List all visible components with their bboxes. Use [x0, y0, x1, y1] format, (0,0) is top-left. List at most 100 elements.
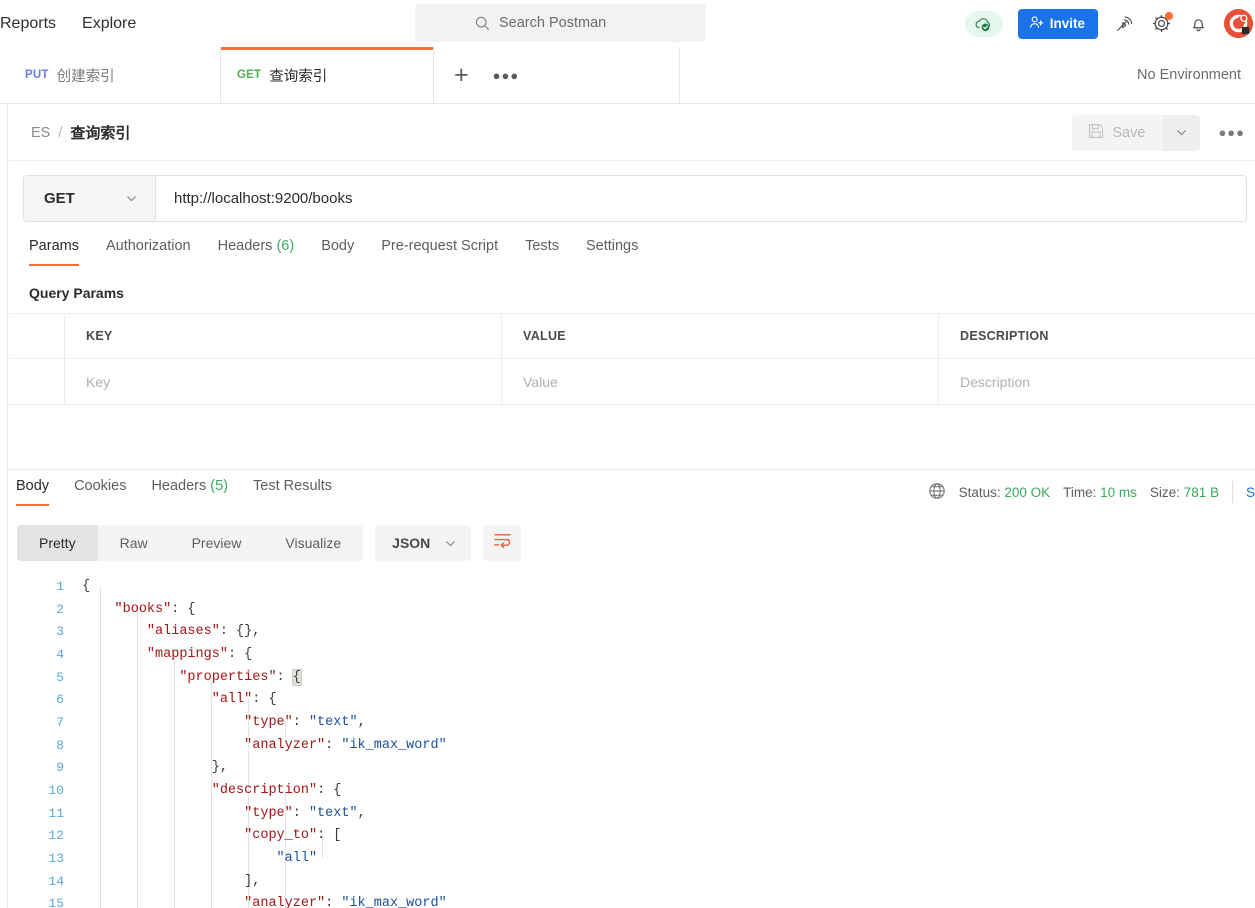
- request-tab-tests[interactable]: Tests: [525, 238, 577, 266]
- line-number: 6: [56, 692, 64, 708]
- code-line: 10 "description": {: [9, 779, 1255, 802]
- wrap-text-button[interactable]: [483, 525, 522, 561]
- chevron-down-icon: [446, 540, 456, 546]
- code-line: 8 "analyzer": "ik_max_word": [9, 734, 1255, 757]
- search-icon: [475, 16, 490, 31]
- param-key-input[interactable]: Key: [65, 359, 502, 404]
- view-mode-pretty[interactable]: Pretty: [17, 525, 98, 561]
- code-line: 15 "analyzer": "ik_max_word": [9, 893, 1255, 908]
- code-line: 11 "type": "text",: [9, 802, 1255, 825]
- tab-actions: + ●●●: [434, 47, 680, 103]
- request-tab-settings[interactable]: Settings: [586, 238, 656, 266]
- response-tab-cookies[interactable]: Cookies: [74, 478, 142, 506]
- line-number: 10: [48, 783, 64, 799]
- chevron-down-icon: [127, 196, 136, 202]
- code-text: "aliases": {},: [74, 624, 260, 639]
- save-button[interactable]: Save: [1072, 114, 1162, 151]
- code-token: "type": [244, 714, 293, 730]
- response-format-selector[interactable]: JSON: [375, 525, 472, 561]
- bell-icon[interactable]: [1187, 13, 1209, 35]
- code-token: :: [292, 714, 309, 730]
- code-line: 5 "properties": {: [9, 666, 1255, 689]
- response-tab-headers[interactable]: Headers (5): [151, 478, 244, 506]
- breadcrumb-current[interactable]: 查询索引: [70, 122, 130, 143]
- method-selector[interactable]: GET: [24, 176, 156, 221]
- code-line: 3 "aliases": {},: [9, 620, 1255, 643]
- gear-icon[interactable]: [1150, 11, 1173, 35]
- save-options-caret[interactable]: [1162, 114, 1201, 151]
- broadcast-icon[interactable]: [1113, 13, 1135, 35]
- view-mode-raw[interactable]: Raw: [98, 525, 170, 561]
- code-token: "ik_max_word": [341, 896, 447, 908]
- code-line: 1 {: [9, 575, 1255, 598]
- top-nav: Reports Explore: [0, 15, 136, 33]
- breadcrumb: ES / 查询索引: [31, 122, 130, 143]
- invite-button[interactable]: Invite: [1017, 8, 1098, 39]
- code-token: "all": [276, 851, 318, 867]
- code-token: : {: [227, 646, 253, 662]
- plus-icon[interactable]: +: [454, 62, 469, 88]
- line-number: 9: [56, 760, 64, 776]
- code-token: "type": [244, 805, 293, 821]
- environment-selector[interactable]: No Environment: [680, 47, 1255, 103]
- ellipsis-icon[interactable]: ●●●: [493, 68, 520, 83]
- code-token: "aliases": [146, 624, 220, 640]
- code-line: 12 "copy_to": [: [9, 825, 1255, 848]
- response-divider[interactable]: [9, 469, 1255, 470]
- code-token: : {},: [219, 624, 261, 640]
- response-meta: Status: 200 OK Time: 10 ms Size: 781 B S: [928, 481, 1255, 503]
- response-tab-test-results[interactable]: Test Results: [253, 478, 348, 506]
- tab-label: Cookies: [74, 478, 127, 494]
- table-row[interactable]: Key Value Description: [9, 359, 1255, 405]
- column-header-description: DESCRIPTION: [960, 329, 1049, 343]
- request-tab-authorization[interactable]: Authorization: [106, 238, 209, 266]
- user-avatar[interactable]: [1224, 9, 1253, 38]
- code-token: ,: [357, 805, 366, 821]
- request-more-icon[interactable]: ●●●: [1218, 125, 1245, 140]
- request-tab-body[interactable]: Body: [321, 238, 372, 266]
- line-number: 3: [56, 624, 64, 640]
- search-placeholder: Search Postman: [499, 15, 607, 31]
- query-params-title: Query Params: [29, 285, 124, 301]
- tab-create-index[interactable]: PUT 创建索引: [9, 47, 221, 103]
- cloud-sync-icon[interactable]: [964, 10, 1003, 37]
- code-token: : {: [317, 783, 342, 799]
- request-tab-headers[interactable]: Headers (6): [218, 238, 313, 266]
- breadcrumb-root[interactable]: ES: [31, 125, 50, 141]
- param-value-input[interactable]: Value: [502, 359, 939, 404]
- breadcrumb-separator: /: [58, 124, 63, 141]
- tab-query-index[interactable]: GET 查询索引: [221, 47, 434, 103]
- line-number: 13: [48, 851, 64, 867]
- url-input[interactable]: http://localhost:9200/books: [156, 176, 1246, 221]
- response-tab-body[interactable]: Body: [16, 478, 65, 506]
- code-text: "description": {: [74, 783, 342, 799]
- request-tab-params[interactable]: Params: [29, 238, 97, 266]
- search-input[interactable]: Search Postman: [415, 4, 706, 42]
- request-tab-pre-request-script[interactable]: Pre-request Script: [381, 238, 516, 266]
- row-checkbox-cell[interactable]: [9, 359, 65, 404]
- tab-label: Body: [321, 238, 355, 254]
- breadcrumb-actions: Save ●●●: [1072, 114, 1255, 151]
- topnav-reports[interactable]: Reports: [0, 15, 56, 33]
- floppy-disk-icon: [1088, 123, 1104, 143]
- tab-method-label: PUT: [25, 69, 49, 81]
- code-token: : [: [317, 828, 342, 844]
- save-response-button[interactable]: S: [1246, 485, 1255, 500]
- format-label: JSON: [392, 535, 431, 551]
- code-line: 7 "type": "text",: [9, 711, 1255, 734]
- sidebar-edge: [0, 47, 8, 908]
- code-line: 2 "books": {: [9, 598, 1255, 621]
- response-body-viewer[interactable]: 1 {2 "books": {3 "aliases": {}, 4 "mappin…: [9, 575, 1255, 908]
- topnav-explore[interactable]: Explore: [82, 15, 136, 33]
- param-description-input[interactable]: Description: [939, 359, 1255, 404]
- code-text: "analyzer": "ik_max_word": [74, 896, 447, 908]
- code-token: {: [82, 578, 91, 594]
- view-mode-segmented: Pretty Raw Preview Visualize: [17, 525, 364, 561]
- table-header-row: KEY VALUE DESCRIPTION: [9, 314, 1255, 359]
- view-mode-preview[interactable]: Preview: [170, 525, 264, 561]
- code-text: "copy_to": [: [74, 828, 341, 843]
- tab-label: Body: [16, 478, 50, 494]
- view-mode-visualize[interactable]: Visualize: [263, 525, 363, 561]
- status-text: Status:: [958, 484, 1001, 500]
- line-number: 1: [56, 578, 64, 594]
